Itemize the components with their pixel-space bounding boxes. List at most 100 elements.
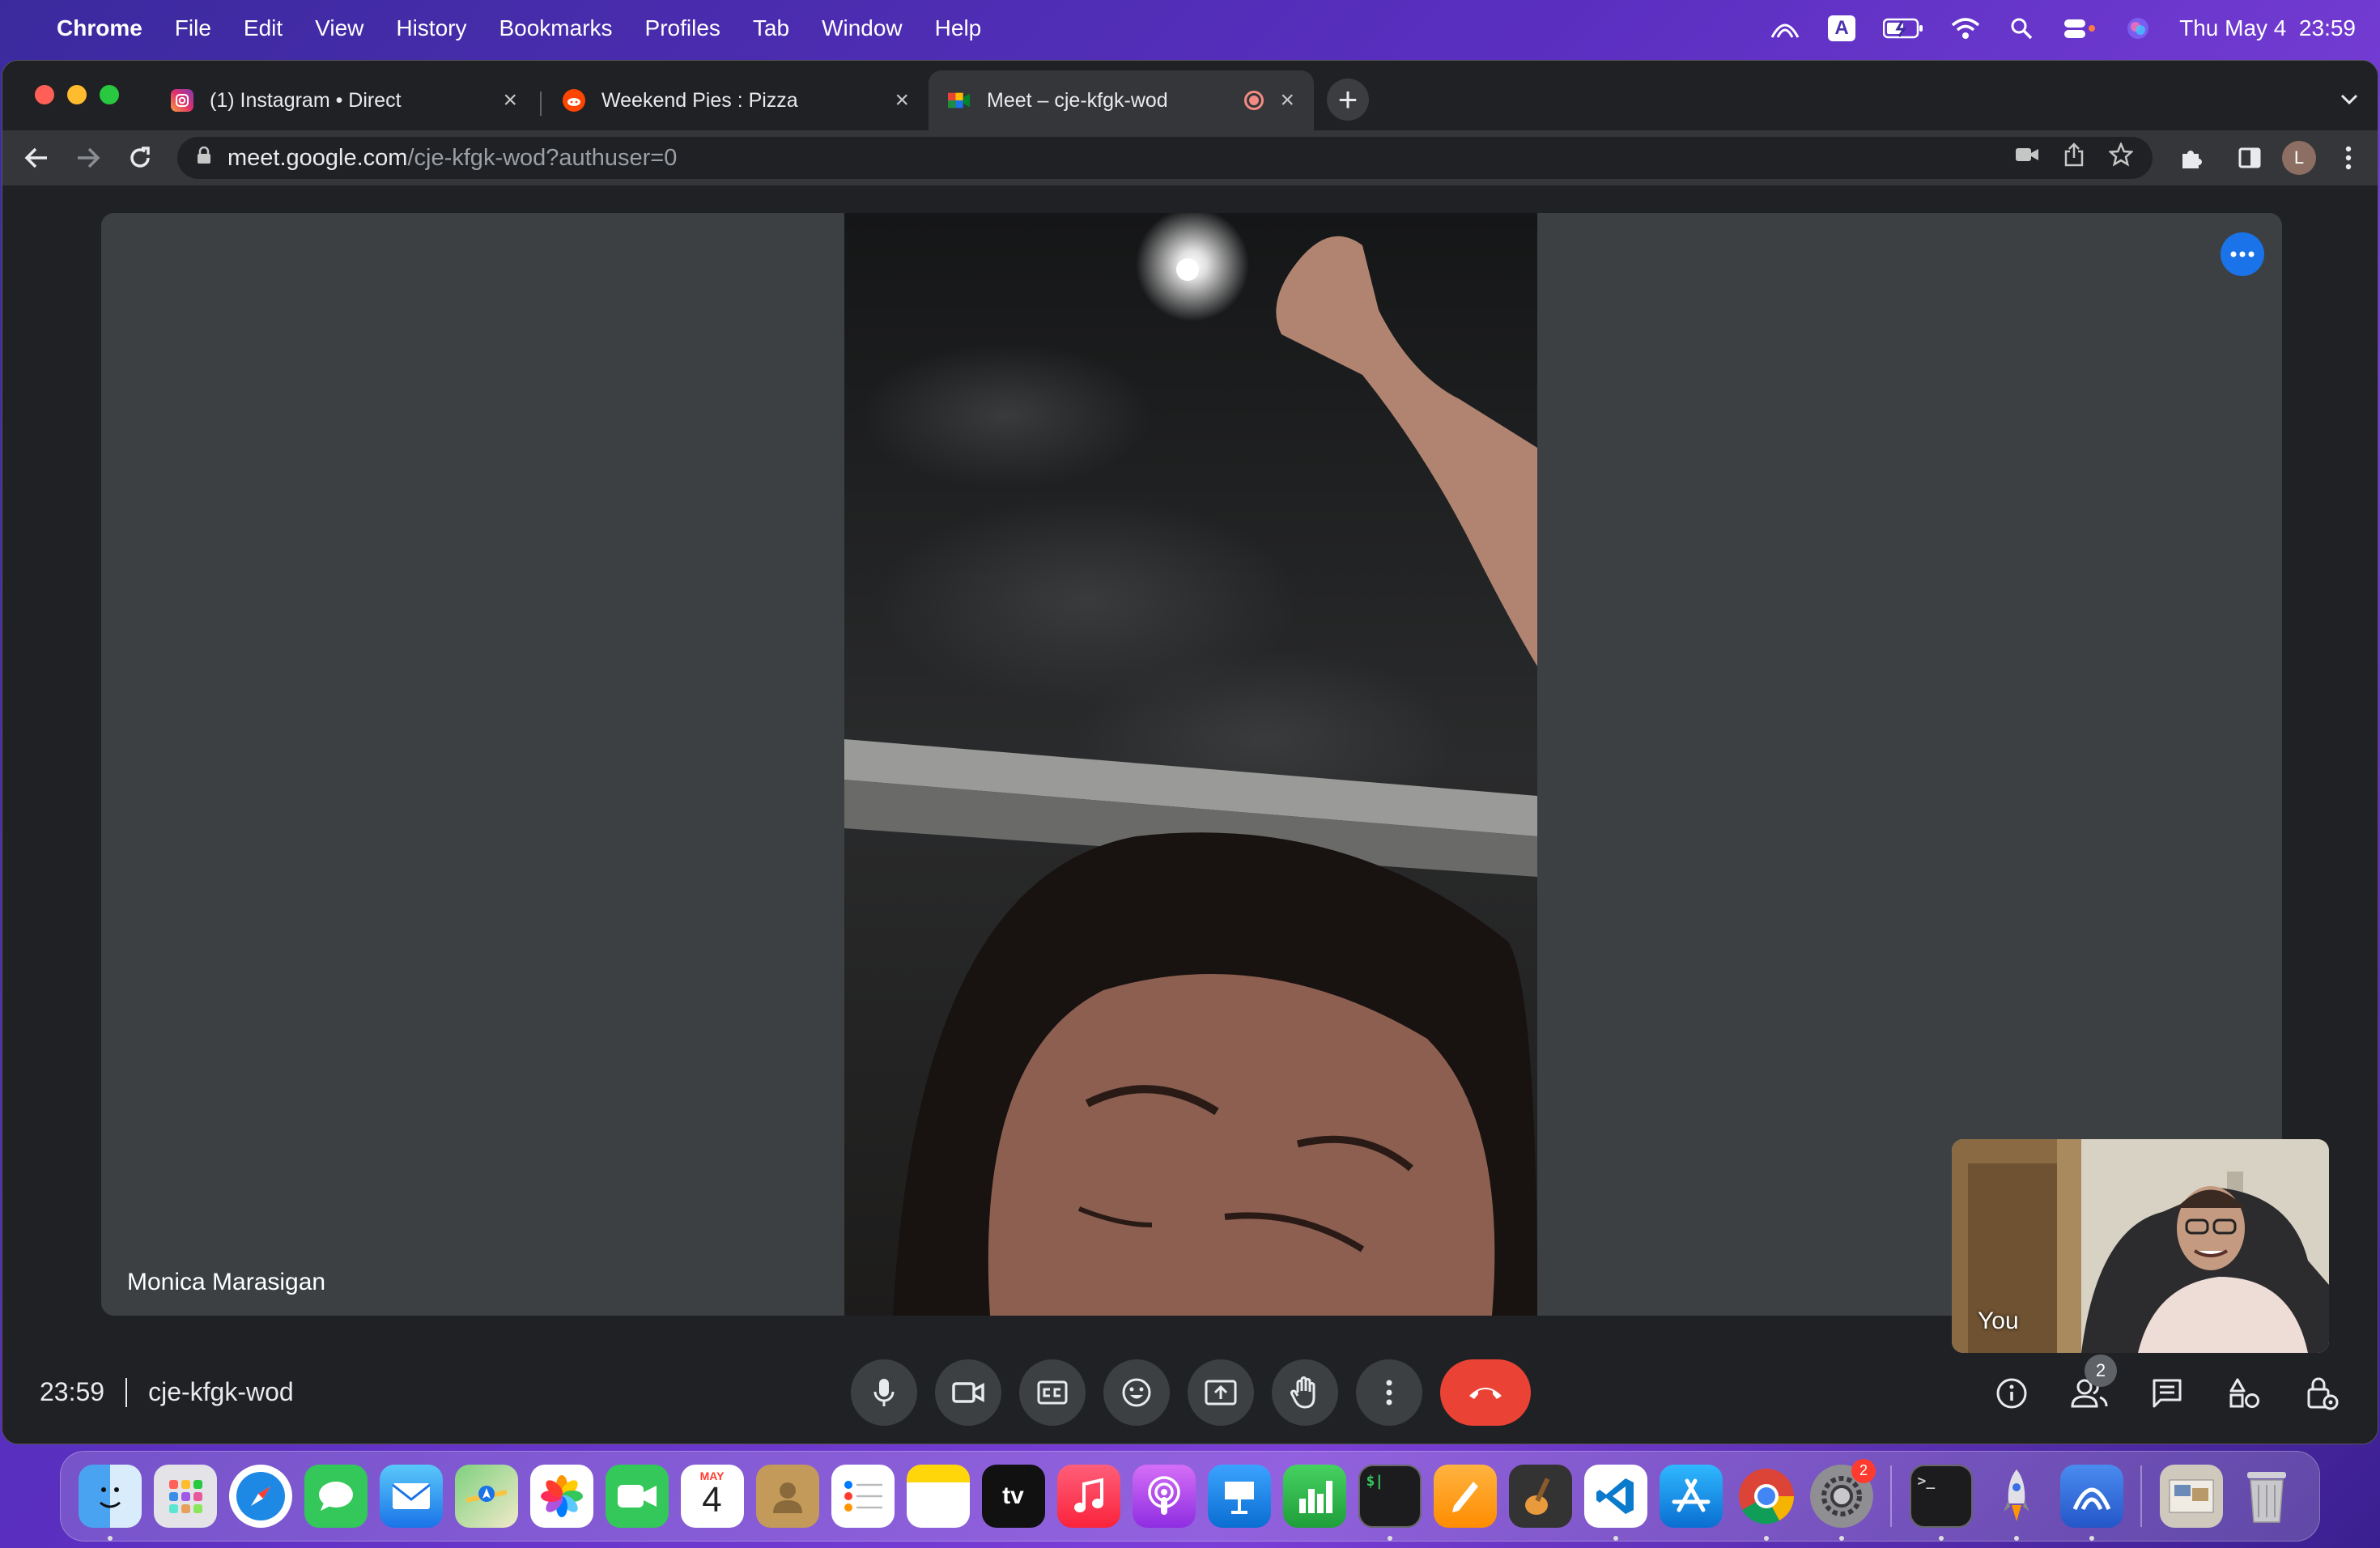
reload-button[interactable] — [114, 134, 166, 182]
menu-edit[interactable]: Edit — [244, 15, 283, 41]
side-panel-icon[interactable] — [2229, 134, 2271, 182]
dock-terminal[interactable]: $| — [1352, 1459, 1427, 1541]
present-screen-button[interactable] — [1188, 1359, 1254, 1426]
siri-icon[interactable] — [2124, 15, 2152, 42]
host-controls-button[interactable] — [2298, 1369, 2347, 1418]
meet-content: Monica Marasigan You 23:59 cje-kfgk-wod … — [2, 185, 2378, 1444]
chrome-menu-icon[interactable] — [2327, 134, 2369, 182]
reminders-icon — [831, 1465, 895, 1528]
dock-reminders[interactable] — [825, 1459, 900, 1534]
people-button[interactable]: 2 — [2065, 1354, 2117, 1418]
dock-system-settings[interactable]: 2 — [1804, 1458, 1879, 1541]
meeting-info-button[interactable] — [1987, 1369, 2036, 1418]
host-controls-icon — [2307, 1377, 2339, 1410]
more-options-button[interactable] — [1356, 1359, 1422, 1426]
dock-apple-tv[interactable]: tv — [975, 1459, 1051, 1534]
network-status-icon[interactable] — [1770, 15, 1800, 42]
menu-profiles[interactable]: Profiles — [645, 15, 720, 41]
tab-close-icon[interactable]: × — [503, 87, 517, 114]
menu-app-name[interactable]: Chrome — [57, 15, 142, 41]
dock-music[interactable] — [1051, 1459, 1126, 1534]
dock-garageband[interactable] — [1502, 1459, 1578, 1534]
dock-podcasts[interactable] — [1126, 1459, 1201, 1534]
reactions-button[interactable] — [1103, 1359, 1170, 1426]
address-bar[interactable]: meet.google.com/cje-kfgk-wod?authuser=0 — [177, 137, 2153, 179]
menu-tab[interactable]: Tab — [753, 15, 789, 41]
captions-button[interactable] — [1019, 1359, 1086, 1426]
dock-notes[interactable] — [900, 1459, 975, 1534]
people-count-badge: 2 — [2085, 1354, 2117, 1387]
dock-calendar[interactable]: MAY 4 — [674, 1459, 750, 1534]
reddit-icon — [563, 89, 585, 112]
self-view-tile[interactable]: You — [1952, 1139, 2329, 1353]
dock-keynote[interactable] — [1201, 1459, 1277, 1534]
tab-reddit[interactable]: Weekend Pies : Pizza × — [543, 70, 929, 130]
dock-safari[interactable] — [223, 1459, 298, 1534]
garageband-icon — [1508, 1465, 1572, 1528]
menu-help[interactable]: Help — [935, 15, 982, 41]
close-window-button[interactable] — [35, 85, 54, 104]
menu-window[interactable]: Window — [822, 15, 903, 41]
dock-network-app[interactable] — [2054, 1459, 2129, 1541]
profile-avatar[interactable]: L — [2282, 141, 2316, 175]
menu-file[interactable]: File — [175, 15, 211, 41]
leave-call-button[interactable] — [1440, 1359, 1531, 1426]
dock-launchpad[interactable] — [147, 1459, 223, 1534]
url-host: meet.google.com — [227, 144, 408, 171]
tab-instagram[interactable]: (1) Instagram • Direct × — [151, 70, 537, 130]
lock-icon[interactable] — [197, 146, 211, 169]
menu-view[interactable]: View — [315, 15, 363, 41]
dock-mail[interactable] — [373, 1459, 448, 1534]
dock-iterm[interactable]: >_ — [1903, 1459, 1978, 1541]
dock-pages[interactable] — [1427, 1459, 1502, 1534]
wifi-icon[interactable] — [1951, 15, 1980, 42]
tab-close-icon[interactable]: × — [1280, 87, 1294, 114]
meeting-details: 23:59 cje-kfgk-wod — [40, 1377, 294, 1407]
dock-vscode[interactable] — [1578, 1459, 1653, 1541]
back-button[interactable] — [11, 134, 62, 182]
zoom-window-button[interactable] — [100, 85, 119, 104]
menubar-clock[interactable]: Thu May 4 23:59 — [2179, 15, 2356, 41]
control-center-icon[interactable] — [2063, 15, 2097, 42]
extensions-icon[interactable] — [2165, 134, 2217, 182]
tab-meet[interactable]: Meet – cje-kfgk-wod × — [929, 70, 1314, 130]
menu-bookmarks[interactable]: Bookmarks — [499, 15, 612, 41]
dock-messages[interactable] — [298, 1459, 373, 1534]
dock-numbers[interactable] — [1277, 1459, 1352, 1534]
spotlight-search-icon[interactable] — [2008, 15, 2035, 42]
instagram-icon — [171, 89, 193, 112]
battery-icon[interactable] — [1883, 15, 1923, 42]
input-source-icon[interactable]: A — [1828, 15, 1856, 41]
tile-options-button[interactable] — [2221, 232, 2264, 276]
macos-dock: MAY 4 tv $| 2 >_ — [60, 1451, 2320, 1542]
dock-rocket-app[interactable] — [1978, 1459, 2054, 1541]
dock-trash[interactable] — [2229, 1459, 2304, 1534]
camera-button[interactable] — [935, 1359, 1001, 1426]
new-tab-button[interactable]: + — [1327, 79, 1369, 121]
tab-search-chevron-icon[interactable] — [2340, 85, 2358, 111]
tab-close-icon[interactable]: × — [895, 87, 909, 114]
participant-video — [844, 213, 1537, 1316]
forward-button[interactable] — [62, 134, 114, 182]
rocket-icon — [1985, 1465, 2048, 1528]
dock-contacts[interactable] — [750, 1459, 825, 1534]
chat-button[interactable] — [2143, 1369, 2191, 1418]
dock-chrome[interactable] — [1728, 1459, 1804, 1541]
raise-hand-button[interactable] — [1272, 1359, 1338, 1426]
running-indicator — [107, 1535, 113, 1541]
dock-photos[interactable] — [524, 1459, 599, 1534]
dock-facetime[interactable] — [599, 1459, 674, 1534]
dock-maps[interactable] — [448, 1459, 524, 1534]
terminal-icon: $| — [1358, 1465, 1422, 1528]
camera-in-use-icon[interactable] — [2015, 142, 2039, 173]
dock-downloads-stack[interactable] — [2153, 1459, 2229, 1534]
minimize-window-button[interactable] — [67, 85, 87, 104]
dock-app-store[interactable] — [1653, 1459, 1728, 1534]
menu-history[interactable]: History — [396, 15, 466, 41]
microphone-button[interactable] — [851, 1359, 917, 1426]
dock-finder[interactable] — [72, 1459, 147, 1541]
bookmark-star-icon[interactable] — [2107, 141, 2135, 173]
activities-button[interactable] — [2221, 1369, 2269, 1418]
share-icon[interactable] — [2063, 142, 2085, 173]
downloads-stack-icon — [2159, 1465, 2223, 1528]
